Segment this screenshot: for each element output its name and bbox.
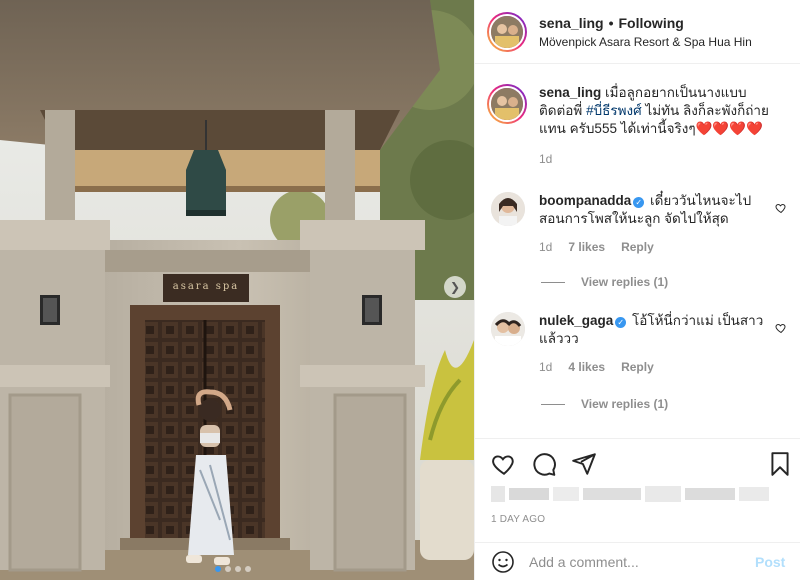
reply-button[interactable]: Reply: [621, 358, 654, 376]
share-icon[interactable]: [571, 451, 597, 477]
carousel-next-button[interactable]: ❯: [444, 276, 466, 298]
commenter-avatar[interactable]: [491, 312, 525, 346]
carousel-dots: [215, 566, 251, 572]
replies-divider: [541, 281, 565, 283]
comment-time[interactable]: 1d: [539, 358, 552, 376]
reply-button[interactable]: Reply: [621, 238, 654, 256]
view-replies-button[interactable]: View replies (1): [541, 275, 668, 289]
caption-time[interactable]: 1d: [539, 150, 552, 168]
carousel-dot: [245, 566, 251, 572]
post-comment-button[interactable]: Post: [755, 554, 785, 570]
post-header: sena_ling • Following Mövenpick Asara Re…: [475, 0, 800, 64]
verified-badge-icon: ✓: [615, 317, 627, 328]
comment-input[interactable]: [529, 553, 747, 570]
author-avatar[interactable]: [487, 11, 527, 52]
post-actions: 1 DAY AGO: [475, 438, 800, 542]
view-replies-button[interactable]: View replies (1): [541, 397, 668, 411]
emoji-icon[interactable]: [491, 550, 515, 574]
heart-emojis: ❤️❤️❤️❤️: [695, 121, 763, 136]
comment-icon[interactable]: [531, 451, 557, 477]
heart-icon[interactable]: [491, 451, 517, 477]
post-location[interactable]: Mövenpick Asara Resort & Spa Hua Hin: [539, 35, 752, 49]
comment-username[interactable]: boompanadda: [539, 193, 631, 208]
carousel-dot: [225, 566, 231, 572]
caption-hashtag[interactable]: #บี่ธีรพงศ์: [586, 103, 642, 118]
comment-likes[interactable]: 7 likes: [568, 238, 605, 256]
heart-icon[interactable]: [775, 322, 787, 334]
carousel-dot: [235, 566, 241, 572]
spa-sign-text: asara spa: [172, 281, 240, 292]
verified-badge-icon: ✓: [633, 197, 645, 208]
author-avatar[interactable]: [487, 84, 527, 124]
view-replies-label: View replies (1): [581, 275, 669, 289]
caption: sena_ling เมื่อลูกอยากเป็นนางแบบ ติดต่อพ…: [487, 84, 793, 168]
comment-username[interactable]: nulek_gaga: [539, 313, 613, 328]
comment-item: nulek_gaga ✓ โอ้โห้นี่กว่าแม่ เป็นสาวแล้ว…: [487, 312, 793, 376]
heart-icon[interactable]: [775, 202, 787, 214]
likes-summary-blurred: [491, 486, 769, 502]
commenter-avatar[interactable]: [491, 192, 525, 226]
comment-likes[interactable]: 4 likes: [568, 358, 605, 376]
carousel-dot: [215, 566, 221, 572]
add-comment-bar: Post: [475, 542, 800, 580]
post-time-ago[interactable]: 1 DAY AGO: [491, 514, 545, 525]
comment-item: boompanadda ✓ เดี๋ยววันไหนจะไปสอนการโพสให…: [487, 192, 793, 256]
post-photo[interactable]: asara spa ❯: [0, 0, 474, 580]
following-button[interactable]: Following: [619, 15, 684, 31]
replies-divider: [541, 403, 565, 405]
author-username[interactable]: sena_ling: [539, 15, 604, 31]
caption-username[interactable]: sena_ling: [539, 85, 601, 100]
view-replies-label: View replies (1): [581, 397, 669, 411]
separator-dot: •: [608, 14, 614, 31]
chevron-right-icon: ❯: [449, 280, 461, 294]
bookmark-icon[interactable]: [767, 451, 793, 477]
comments-list[interactable]: sena_ling เมื่อลูกอยากเป็นนางแบบ ติดต่อพ…: [475, 64, 800, 438]
comment-time[interactable]: 1d: [539, 238, 552, 256]
post-side-panel: sena_ling • Following Mövenpick Asara Re…: [474, 0, 800, 580]
